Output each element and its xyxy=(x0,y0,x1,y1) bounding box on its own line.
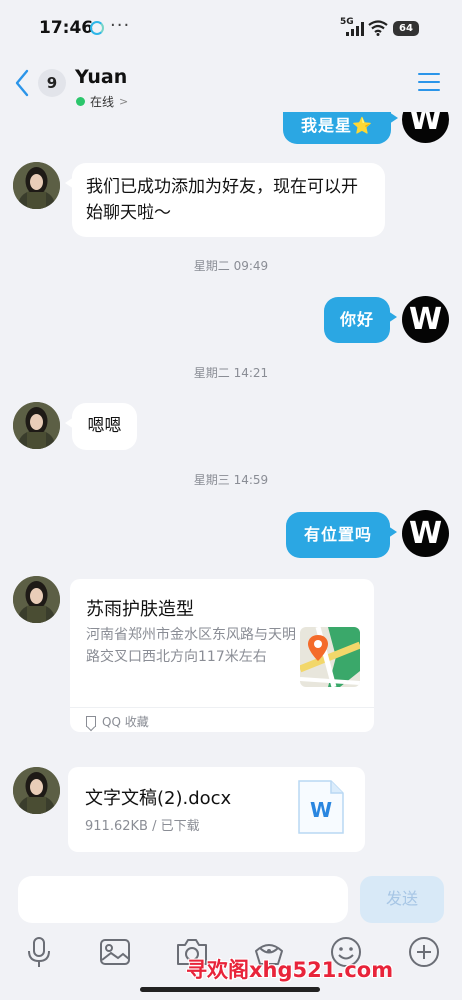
message-text: 我们已成功添加为好友，现在可以开始聊天啦～ xyxy=(86,177,358,223)
contact-name[interactable]: Yuan xyxy=(75,66,127,88)
friend-avatar-image xyxy=(13,767,60,814)
message-bubble-self[interactable]: 你好 xyxy=(324,297,397,343)
chat-message-list[interactable]: 我是星⭐ W 我们已成功添加为好友，现在可以开始聊天啦～ 星期二 09:49 你… xyxy=(0,112,462,867)
status-time: 17:46 xyxy=(39,18,94,38)
image-icon[interactable] xyxy=(98,935,132,969)
card-source: QQ 收藏 xyxy=(86,711,149,731)
friend-avatar-image xyxy=(13,162,60,209)
card-divider xyxy=(70,707,374,708)
chevron-right-icon: > xyxy=(119,94,129,108)
location-card[interactable]: 苏雨护肤造型 河南省郑州市金水区东风路与天明路交叉口西北方向117米左右 QQ … xyxy=(70,579,374,732)
map-pin-icon xyxy=(300,627,360,687)
wifi-icon xyxy=(368,20,388,36)
word-doc-icon: W xyxy=(298,780,344,834)
message-timestamp: 星期三 14:59 xyxy=(193,473,269,487)
signal-icon xyxy=(346,22,364,36)
online-dot-icon xyxy=(76,96,85,106)
friend-avatar[interactable] xyxy=(13,162,60,209)
qq-status-icon xyxy=(90,21,104,35)
file-meta: 911.62KB / 已下载 xyxy=(85,819,200,834)
message-input[interactable] xyxy=(18,876,348,923)
friend-avatar[interactable] xyxy=(13,576,60,623)
message-text: 你好 xyxy=(339,310,374,329)
message-timestamp: 星期二 09:49 xyxy=(193,259,269,273)
watermark-text: 寻欢阁xhg521.com xyxy=(186,958,394,982)
chat-header: 9 Yuan 在线 > xyxy=(0,56,462,112)
location-title: 苏雨护肤造型 xyxy=(86,599,194,620)
friend-avatar-image xyxy=(13,576,60,623)
online-status[interactable]: 在线 > xyxy=(76,93,128,109)
message-text: 我是星⭐ xyxy=(301,116,373,135)
self-avatar[interactable]: W xyxy=(402,510,449,557)
back-button[interactable]: 9 xyxy=(14,68,72,98)
more-dots-icon: ··· xyxy=(110,15,131,36)
file-card[interactable]: 文字文稿(2).docx 911.62KB / 已下载 W xyxy=(68,767,365,852)
message-bubble-friend[interactable]: 嗯嗯 xyxy=(65,403,137,450)
menu-line-icon xyxy=(418,73,440,75)
self-avatar[interactable]: W xyxy=(402,296,449,343)
home-indicator[interactable] xyxy=(140,987,320,992)
location-address: 河南省郑州市金水区东风路与天明路交叉口西北方向117米左右 xyxy=(86,627,296,665)
word-doc-letter: W xyxy=(310,798,332,822)
file-name: 文字文稿(2).docx xyxy=(85,788,232,809)
menu-line-icon xyxy=(418,81,440,83)
card-source-label: QQ 收藏 xyxy=(102,714,149,729)
back-chevron-icon xyxy=(15,69,29,97)
self-avatar[interactable]: W xyxy=(402,112,449,143)
message-text: 嗯嗯 xyxy=(87,416,122,436)
menu-line-icon xyxy=(418,89,440,91)
online-status-text: 在线 xyxy=(90,94,115,109)
bookmark-icon xyxy=(86,715,96,727)
friend-avatar[interactable] xyxy=(13,402,60,449)
menu-button[interactable] xyxy=(418,73,440,93)
message-bubble-friend[interactable]: 我们已成功添加为好友，现在可以开始聊天啦～ xyxy=(65,163,385,237)
friend-avatar-image xyxy=(13,402,60,449)
send-button[interactable]: 发送 xyxy=(360,876,444,923)
battery-indicator: 64 xyxy=(393,21,419,36)
message-text: 有位置吗 xyxy=(303,525,372,544)
status-bar: 17:46 ··· 5G 64 xyxy=(0,0,462,56)
message-bubble-self[interactable]: 我是星⭐ xyxy=(283,112,398,144)
plus-icon[interactable] xyxy=(407,935,441,969)
microphone-icon[interactable] xyxy=(22,935,56,969)
message-timestamp: 星期二 14:21 xyxy=(193,366,269,380)
message-bubble-self[interactable]: 有位置吗 xyxy=(286,512,397,558)
friend-avatar[interactable] xyxy=(13,767,60,814)
unread-count-badge: 9 xyxy=(38,69,66,97)
